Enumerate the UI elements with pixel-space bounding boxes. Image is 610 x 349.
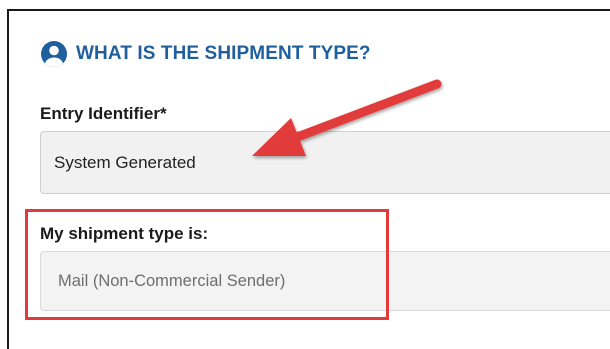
user-circle-icon xyxy=(40,40,68,68)
entry-identifier-field[interactable]: System Generated xyxy=(40,131,610,194)
section-heading: WHAT IS THE SHIPMENT TYPE? xyxy=(40,40,371,68)
shipment-type-value: Mail (Non-Commercial Sender) xyxy=(58,271,286,290)
entry-identifier-value: System Generated xyxy=(54,152,196,172)
shipment-type-label: My shipment type is: xyxy=(40,224,209,243)
section-title: WHAT IS THE SHIPMENT TYPE? xyxy=(76,43,371,64)
entry-identifier-label: Entry Identifier* xyxy=(40,104,167,123)
shipment-type-field[interactable]: Mail (Non-Commercial Sender) xyxy=(40,251,610,311)
